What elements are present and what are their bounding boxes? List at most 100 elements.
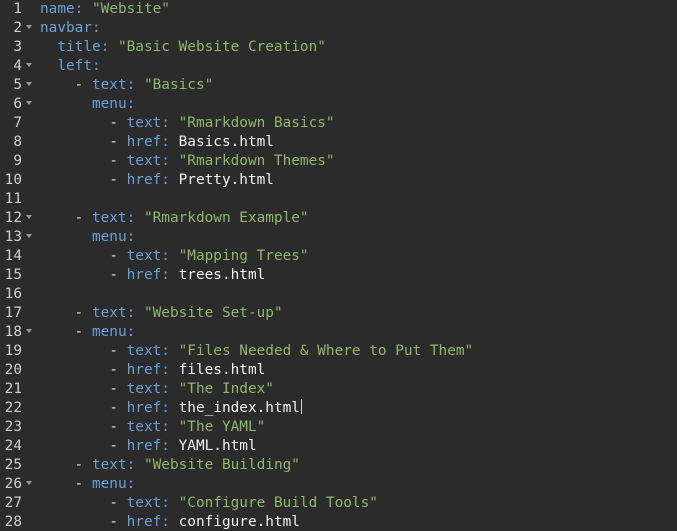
line-number: 8 <box>13 134 22 150</box>
chevron-down-icon[interactable] <box>26 63 32 67</box>
text-cursor <box>300 399 302 414</box>
line-number: 2 <box>13 20 22 36</box>
code-text: name: "Website" <box>40 0 170 19</box>
code-line[interactable]: 11 <box>0 190 677 209</box>
code-line[interactable]: 22 - href: the_index.html <box>0 399 677 418</box>
yaml-key: menu: <box>91 96 136 112</box>
code-text: left: <box>40 57 100 76</box>
line-number: 4 <box>13 58 22 74</box>
code-line[interactable]: 23 - text: "The YAML" <box>0 418 677 437</box>
list-dash: - <box>109 400 127 416</box>
chevron-down-icon[interactable] <box>26 234 32 238</box>
yaml-key: text: <box>126 343 170 359</box>
yaml-plain-value: trees.html <box>178 267 266 283</box>
code-line[interactable]: 12 - text: "Rmarkdown Example" <box>0 209 677 228</box>
code-editor[interactable]: 1 name: "Website" 2 navbar: 3 title: "Basic … <box>0 0 677 531</box>
line-number: 17 <box>4 305 22 321</box>
code-line[interactable]: 6 menu: <box>0 95 677 114</box>
code-line[interactable]: 15 - href: trees.html <box>0 266 677 285</box>
code-line[interactable]: 26 - menu: <box>0 475 677 494</box>
line-number: 18 <box>4 324 22 340</box>
yaml-plain-value: configure.html <box>178 514 300 530</box>
line-number: 15 <box>4 267 22 283</box>
code-line[interactable]: 19 - text: "Files Needed & Where to Put … <box>0 342 677 361</box>
code-text: - href: the_index.html <box>40 399 302 418</box>
code-line[interactable]: 2 navbar: <box>0 19 677 38</box>
list-dash: - <box>109 115 127 131</box>
line-number: 5 <box>13 77 22 93</box>
chevron-down-icon[interactable] <box>26 82 32 86</box>
yaml-key: text: <box>126 419 170 435</box>
chevron-down-icon[interactable] <box>26 25 32 29</box>
list-dash: - <box>74 305 92 321</box>
code-area[interactable]: 1 name: "Website" 2 navbar: 3 title: "Basic … <box>0 0 677 531</box>
code-line[interactable]: 13 menu: <box>0 228 677 247</box>
chevron-down-icon[interactable] <box>26 101 32 105</box>
code-line[interactable]: 7 - text: "Rmarkdown Basics" <box>0 114 677 133</box>
chevron-down-icon[interactable] <box>26 481 32 485</box>
code-line[interactable]: 3 title: "Basic Website Creation" <box>0 38 677 57</box>
code-line[interactable]: 20 - href: files.html <box>0 361 677 380</box>
code-line[interactable]: 9 - text: "Rmarkdown Themes" <box>0 152 677 171</box>
chevron-down-icon[interactable] <box>26 329 32 333</box>
list-dash: - <box>109 419 127 435</box>
code-line[interactable]: 1 name: "Website" <box>0 0 677 19</box>
code-line[interactable]: 21 - text: "The Index" <box>0 380 677 399</box>
line-number: 13 <box>4 229 22 245</box>
code-text: - text: "Website Building" <box>40 456 300 475</box>
code-line[interactable]: 10 - href: Pretty.html <box>0 171 677 190</box>
code-text: - text: "Mapping Trees" <box>40 247 308 266</box>
code-line[interactable]: 8 - href: Basics.html <box>0 133 677 152</box>
code-line[interactable]: 5 - text: "Basics" <box>0 76 677 95</box>
chevron-down-icon[interactable] <box>26 215 32 219</box>
list-dash: - <box>109 362 127 378</box>
line-number: 25 <box>4 457 22 473</box>
line-number: 28 <box>4 514 22 530</box>
code-line[interactable]: 24 - href: YAML.html <box>0 437 677 456</box>
line-number: 20 <box>4 362 22 378</box>
code-line[interactable]: 17 - text: "Website Set-up" <box>0 304 677 323</box>
yaml-string-value: "Rmarkdown Example" <box>143 210 309 226</box>
code-text: - menu: <box>40 475 136 494</box>
list-dash: - <box>109 172 127 188</box>
line-number: 3 <box>13 39 22 55</box>
yaml-key: text: <box>126 381 170 397</box>
code-line[interactable]: 28 - href: configure.html <box>0 513 677 531</box>
code-line[interactable]: 14 - text: "Mapping Trees" <box>0 247 677 266</box>
code-line[interactable]: 25 - text: "Website Building" <box>0 456 677 475</box>
yaml-plain-value: Basics.html <box>178 134 274 150</box>
code-line[interactable]: 18 - menu: <box>0 323 677 342</box>
list-dash: - <box>109 438 127 454</box>
code-text: - text: "Rmarkdown Themes" <box>40 152 334 171</box>
code-line[interactable]: 16 <box>0 285 677 304</box>
list-dash: - <box>109 381 127 397</box>
yaml-string-value: "Website" <box>92 1 170 17</box>
yaml-key: name: <box>40 1 84 17</box>
line-number: 7 <box>13 115 22 131</box>
list-dash: - <box>74 324 92 340</box>
code-line[interactable]: 27 - text: "Configure Build Tools" <box>0 494 677 513</box>
yaml-key: navbar: <box>40 20 101 36</box>
code-line[interactable]: 4 left: <box>0 57 677 76</box>
yaml-key: href: <box>126 134 170 150</box>
list-dash: - <box>109 153 127 169</box>
